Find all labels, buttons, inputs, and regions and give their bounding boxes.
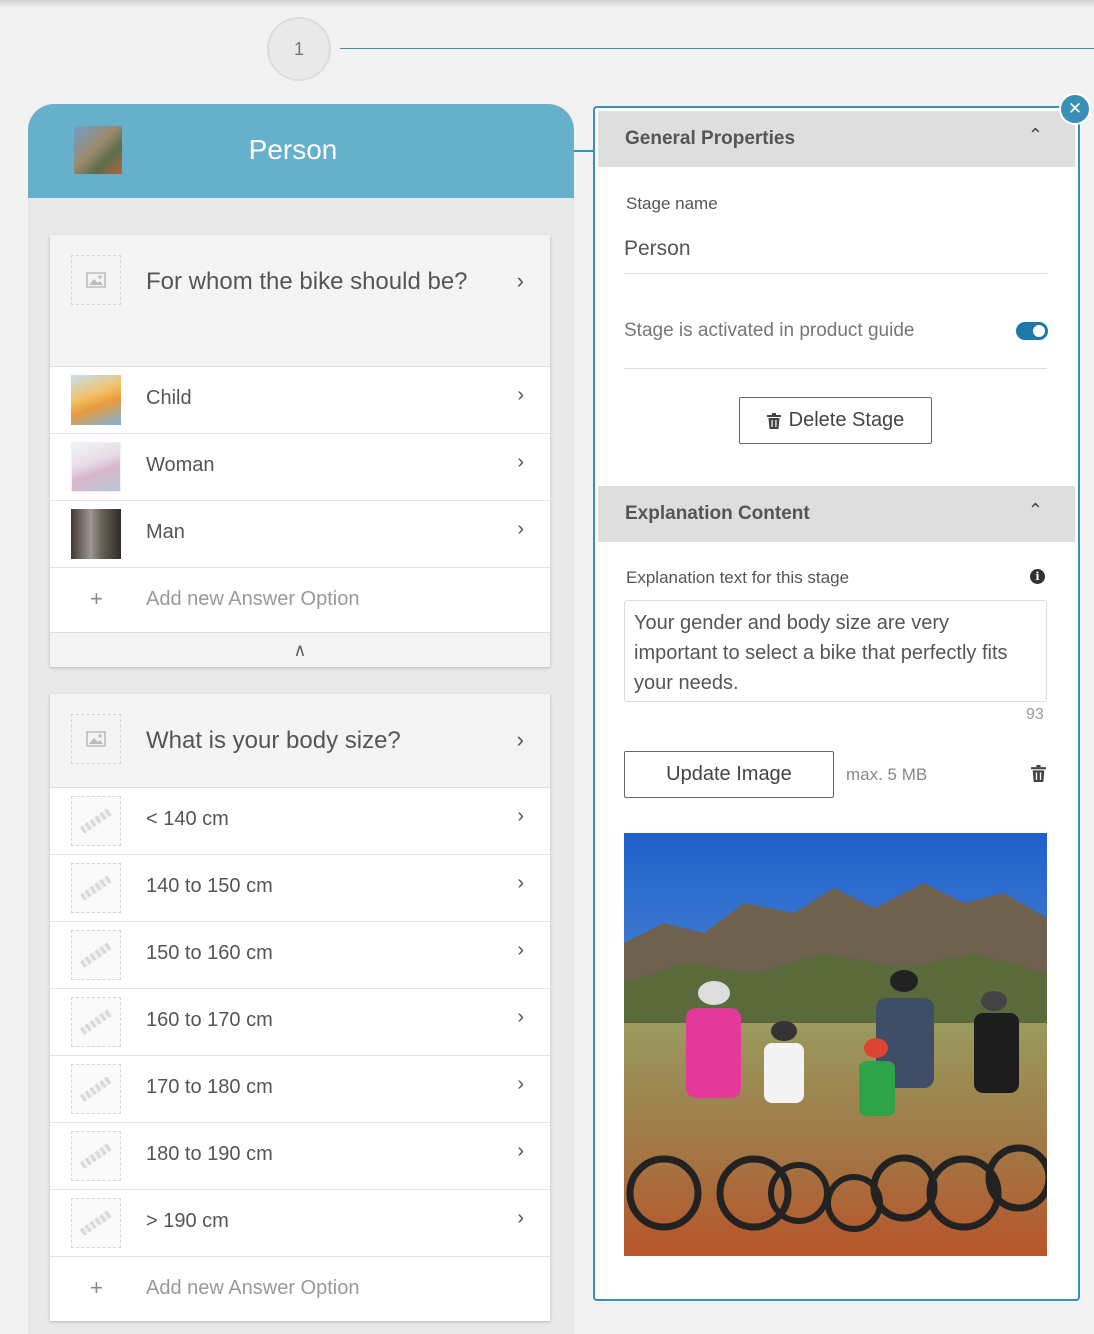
question-card-gender: For whom the bike should be? › Child › W… xyxy=(50,235,550,667)
stage-activated-toggle[interactable] xyxy=(1016,322,1048,340)
answer-row[interactable]: 160 to 170 cm › xyxy=(50,989,550,1056)
chevron-right-icon[interactable]: › xyxy=(517,805,524,828)
question-card-body-size: What is your body size? › < 140 cm › 140… xyxy=(50,694,550,1321)
answer-row[interactable]: 170 to 180 cm › xyxy=(50,1056,550,1123)
trash-icon xyxy=(766,412,781,429)
chevron-up-icon[interactable]: ⌃ xyxy=(1028,500,1043,521)
delete-stage-button[interactable]: Delete Stage xyxy=(739,397,932,444)
question-title: What is your body size? xyxy=(146,727,401,754)
answer-row[interactable]: Woman › xyxy=(50,434,550,501)
max-size-hint: max. 5 MB xyxy=(846,765,928,784)
section-title: General Properties xyxy=(625,128,796,149)
general-properties-header[interactable]: General Properties ⌃ xyxy=(598,111,1075,167)
stage-step-number: 1 xyxy=(293,38,304,59)
chevron-right-icon[interactable]: › xyxy=(517,1207,524,1230)
measuring-tape-image xyxy=(71,1198,121,1248)
close-panel-button[interactable]: ✕ xyxy=(1059,93,1091,125)
measuring-tape-image xyxy=(71,1064,121,1114)
plus-icon: + xyxy=(90,586,103,611)
stage-timeline-line xyxy=(340,48,1094,49)
plus-icon: + xyxy=(90,1275,103,1300)
answer-label: 160 to 170 cm xyxy=(146,1009,273,1031)
answer-label: 180 to 190 cm xyxy=(146,1143,273,1165)
measuring-tape-image xyxy=(71,997,121,1047)
input-underline xyxy=(624,273,1047,274)
close-icon: ✕ xyxy=(1067,99,1083,118)
top-shadow xyxy=(0,0,1094,8)
character-count: 93 xyxy=(1026,706,1044,723)
stage-name-input[interactable]: Person xyxy=(624,237,691,261)
stage-title: Person xyxy=(248,134,338,165)
chevron-right-icon[interactable]: › xyxy=(517,451,524,474)
section-title: Explanation Content xyxy=(625,503,810,524)
answer-row[interactable]: Child › xyxy=(50,367,550,434)
update-image-button[interactable]: Update Image xyxy=(624,751,834,798)
chevron-right-icon[interactable]: › xyxy=(517,872,524,895)
answer-label: 170 to 180 cm xyxy=(146,1076,273,1098)
add-answer-option[interactable]: + Add new Answer Option xyxy=(50,1257,550,1321)
panel-connector-line xyxy=(574,150,594,152)
divider xyxy=(624,368,1047,369)
stage-card: Person For whom the bike should be? › Ch… xyxy=(28,104,574,1334)
stage-header[interactable]: Person xyxy=(28,104,574,198)
stage-explanation-image xyxy=(624,833,1047,1256)
chevron-right-icon[interactable]: › xyxy=(517,1073,524,1096)
chevron-right-icon[interactable]: › xyxy=(517,939,524,962)
measuring-tape-image xyxy=(71,930,121,980)
explanation-text-label: Explanation text for this stage xyxy=(626,568,850,587)
answer-label: Child xyxy=(146,387,192,409)
explanation-textarea[interactable]: Your gender and body size are very impor… xyxy=(624,600,1047,702)
explanation-content-header[interactable]: Explanation Content ⌃ xyxy=(598,486,1075,542)
answer-label: < 140 cm xyxy=(146,808,229,830)
add-answer-label: Add new Answer Option xyxy=(146,1277,360,1299)
answer-label: 150 to 160 cm xyxy=(146,942,273,964)
answer-row[interactable]: > 190 cm › xyxy=(50,1190,550,1257)
double-chevron-up-icon: ∧ xyxy=(293,640,307,660)
question-header[interactable]: What is your body size? › xyxy=(50,694,550,788)
chevron-right-icon[interactable]: › xyxy=(517,727,524,753)
stage-step-indicator[interactable]: 1 xyxy=(267,17,331,81)
info-icon[interactable]: i xyxy=(1030,569,1045,584)
answer-row[interactable]: Man › xyxy=(50,501,550,568)
delete-stage-label: Delete Stage xyxy=(788,409,905,431)
chevron-up-icon[interactable]: ⌃ xyxy=(1028,125,1043,146)
answer-row[interactable]: 140 to 150 cm › xyxy=(50,855,550,922)
measuring-tape-image xyxy=(71,796,121,846)
answer-row[interactable]: < 140 cm › xyxy=(50,788,550,855)
collapse-question-button[interactable]: ∧ xyxy=(50,632,550,667)
answer-image-child xyxy=(71,375,121,425)
image-placeholder-icon[interactable] xyxy=(71,255,121,305)
activated-label: Stage is activated in product guide xyxy=(624,320,915,341)
add-answer-option[interactable]: + Add new Answer Option xyxy=(50,568,550,632)
chevron-right-icon[interactable]: › xyxy=(517,268,524,294)
chevron-right-icon[interactable]: › xyxy=(517,1006,524,1029)
answer-image-woman xyxy=(71,442,121,492)
question-header[interactable]: For whom the bike should be? › xyxy=(50,235,550,367)
answer-label: > 190 cm xyxy=(146,1210,229,1232)
answer-label: Woman xyxy=(146,454,215,476)
answer-image-man xyxy=(71,509,121,559)
chevron-right-icon[interactable]: › xyxy=(517,1140,524,1163)
trash-icon[interactable] xyxy=(1031,765,1046,782)
answer-label: Man xyxy=(146,521,185,543)
image-placeholder-icon[interactable] xyxy=(71,714,121,764)
stage-image-thumbnail xyxy=(74,126,122,174)
update-image-label: Update Image xyxy=(666,763,792,785)
stage-name-label: Stage name xyxy=(626,194,718,213)
chevron-right-icon[interactable]: › xyxy=(517,518,524,541)
answer-row[interactable]: 180 to 190 cm › xyxy=(50,1123,550,1190)
measuring-tape-image xyxy=(71,863,121,913)
question-title: For whom the bike should be? xyxy=(146,268,468,295)
add-answer-label: Add new Answer Option xyxy=(146,588,360,610)
measuring-tape-image xyxy=(71,1131,121,1181)
answer-label: 140 to 150 cm xyxy=(146,875,273,897)
answer-row[interactable]: 150 to 160 cm › xyxy=(50,922,550,989)
chevron-right-icon[interactable]: › xyxy=(517,384,524,407)
